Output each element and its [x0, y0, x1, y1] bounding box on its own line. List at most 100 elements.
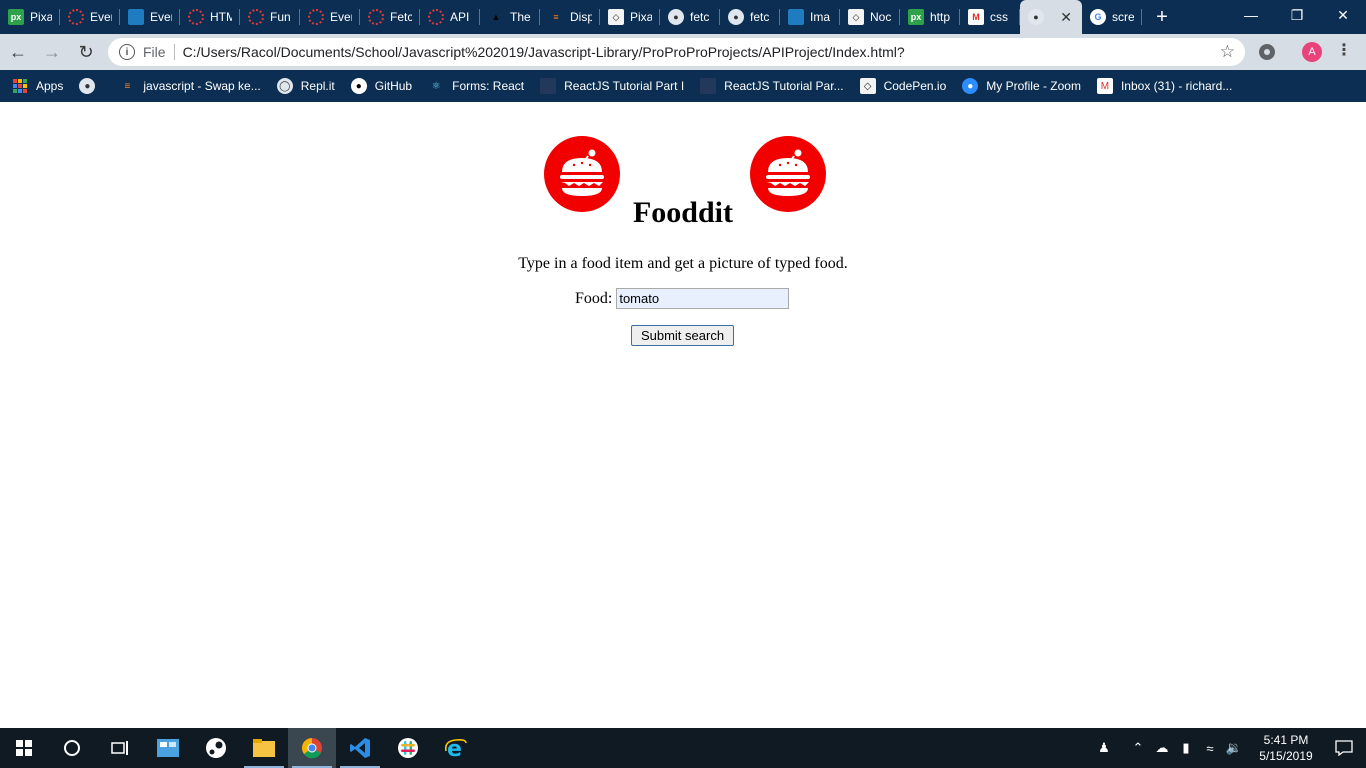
browser-tab[interactable]: px http	[900, 0, 960, 34]
food-label: Food:	[575, 289, 613, 307]
clock[interactable]: 5:41 PM 5/15/2019	[1250, 732, 1322, 764]
bookmark-item[interactable]: ReactJS Tutorial Par...	[700, 78, 844, 94]
bookmarks-bar: Apps ● ≡ javascript - Swap ke... ◯ Repl.it…	[0, 70, 1366, 102]
search-button[interactable]	[48, 728, 96, 768]
browser-tab[interactable]: px Pixa	[0, 0, 60, 34]
codepen-icon: ◇	[608, 9, 624, 25]
reload-button[interactable]: ↻	[70, 36, 102, 68]
browser-tab[interactable]: ◇ Noc	[840, 0, 900, 34]
bookmark-item[interactable]: ◯ Repl.it	[276, 78, 335, 94]
control-panel-icon	[157, 739, 179, 757]
browser-tab[interactable]: Ever	[300, 0, 360, 34]
codepen-icon: ◇	[859, 78, 876, 94]
google-icon: G	[1090, 9, 1106, 25]
extension-icon[interactable]	[1259, 44, 1275, 60]
task-view-icon	[111, 741, 128, 755]
page-icon	[540, 78, 557, 94]
gmail-icon: M	[1096, 78, 1113, 94]
volume-icon[interactable]: 🔉	[1222, 740, 1246, 756]
codepen-icon: ◇	[848, 9, 864, 25]
close-window-icon[interactable]: ✕	[1320, 0, 1366, 30]
tab-strip: pxPixa Ever Ever HTM Fun Ever Fetc API ▲…	[0, 0, 1366, 34]
chevron-up-icon[interactable]: ⌃	[1126, 740, 1150, 756]
chrome-icon	[302, 738, 322, 759]
back-button[interactable]: ←	[2, 36, 34, 68]
taskbar-app-chrome[interactable]	[288, 728, 336, 768]
battery-icon[interactable]: ▮	[1174, 740, 1198, 756]
new-tab-button[interactable]: +	[1142, 0, 1182, 34]
info-icon[interactable]: i	[119, 44, 135, 60]
minimize-icon[interactable]: —	[1228, 0, 1274, 30]
page-icon	[700, 78, 717, 94]
browser-tab[interactable]: ◇ Pixa	[600, 0, 660, 34]
bookmark-item[interactable]: ●	[79, 78, 103, 94]
address-bar[interactable]: i File C:/Users/Racol/Documents/School/J…	[108, 38, 1245, 66]
pixabay-icon: px	[908, 9, 924, 25]
start-button[interactable]	[0, 728, 48, 768]
reload-icon: ↻	[78, 41, 94, 62]
taskbar-app[interactable]	[384, 728, 432, 768]
bookmark-item[interactable]: ⚛ Forms: React	[428, 78, 525, 94]
browser-tab[interactable]: Fun	[240, 0, 300, 34]
stackoverflow-icon: ≡	[553, 12, 559, 22]
browser-tab[interactable]: Ever	[60, 0, 120, 34]
browser-tab[interactable]: API	[420, 0, 480, 34]
window-controls: — ❐ ✕	[1228, 0, 1366, 30]
browser-tab-active[interactable]: ● ✕	[1020, 0, 1082, 34]
browser-tab[interactable]: Gscre	[1082, 0, 1142, 34]
food-form-row: Food:	[575, 288, 790, 309]
taskbar-app[interactable]	[192, 728, 240, 768]
browser-tab[interactable]: ● fetc	[720, 0, 780, 34]
bookmark-item[interactable]: ● GitHub	[350, 78, 412, 94]
stackoverflow-icon: ≡	[124, 80, 131, 92]
star-icon[interactable]: ☆	[1220, 42, 1235, 62]
bookmark-item[interactable]: ≡ javascript - Swap ke...	[119, 78, 260, 94]
submit-search-button[interactable]: Submit search	[631, 325, 734, 346]
close-tab-icon[interactable]: ✕	[1060, 9, 1072, 26]
browser-tab[interactable]: ≡ Disp	[540, 0, 600, 34]
bookmark-item[interactable]: M Inbox (31) - richard...	[1096, 78, 1232, 94]
browser-tab[interactable]: ● fetc	[660, 0, 720, 34]
browser-tab[interactable]: ▲ The	[480, 0, 540, 34]
bookmark-apps[interactable]: Apps	[12, 78, 63, 94]
onedrive-cloud-icon[interactable]: ☁	[1150, 740, 1174, 756]
clock-date: 5/15/2019	[1259, 749, 1313, 763]
internet-explorer-icon: e	[444, 737, 467, 759]
browser-tab[interactable]: HTM	[180, 0, 240, 34]
page-title: Fooddit	[632, 196, 734, 229]
taskbar-app[interactable]: e	[432, 728, 480, 768]
forward-button[interactable]: →	[36, 36, 68, 68]
globe-icon: ●	[1028, 9, 1044, 25]
notification-icon	[1335, 740, 1353, 756]
browser-tab[interactable]: Ima	[780, 0, 840, 34]
taskbar-app[interactable]	[144, 728, 192, 768]
loading-ring-icon	[308, 9, 324, 25]
bookmark-item[interactable]: ● My Profile - Zoom	[962, 78, 1081, 94]
loading-ring-icon	[188, 9, 204, 25]
taskbar-app[interactable]	[240, 728, 288, 768]
bookmark-item[interactable]: ◇ CodePen.io	[859, 78, 946, 94]
globe-icon: ●	[728, 9, 744, 25]
restore-icon[interactable]: ❐	[1274, 0, 1320, 30]
bookmark-item[interactable]: ReactJS Tutorial Part I	[540, 78, 684, 94]
gmail-icon: M	[968, 9, 984, 25]
wifi-icon[interactable]: ≈	[1198, 741, 1222, 756]
loading-ring-icon	[428, 9, 444, 25]
task-view-button[interactable]	[96, 728, 144, 768]
browser-tab[interactable]: Ever	[120, 0, 180, 34]
arrow-right-icon: →	[43, 41, 61, 62]
food-input[interactable]	[616, 288, 790, 309]
action-center-button[interactable]	[1322, 728, 1366, 768]
taskbar-app[interactable]	[336, 728, 384, 768]
menu-dots-icon[interactable]: ⋮	[1336, 40, 1352, 60]
browser-tab[interactable]: Fetc	[360, 0, 420, 34]
system-tray: ♟ ⌃ ☁ ▮ ≈ 🔉 5:41 PM 5/15/2019	[1092, 728, 1366, 768]
steam-icon	[206, 738, 226, 758]
people-icon[interactable]: ♟	[1092, 740, 1116, 756]
url-text[interactable]: C:/Users/Racol/Documents/School/Javascri…	[183, 44, 905, 60]
pixabay-icon: px	[8, 9, 24, 25]
loading-ring-icon	[368, 9, 384, 25]
profile-avatar[interactable]: A	[1302, 42, 1322, 62]
react-icon: ⚛	[431, 80, 441, 92]
browser-tab[interactable]: Mcss	[960, 0, 1020, 34]
